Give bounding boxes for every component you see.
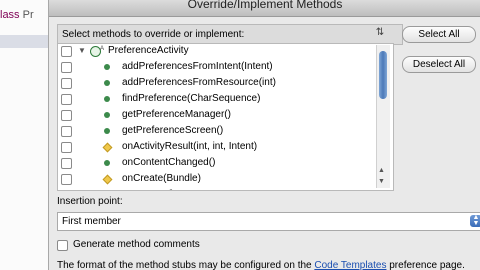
method-label: getPreferenceScreen()	[122, 125, 224, 136]
select-all-button[interactable]: Select All	[402, 26, 476, 43]
dialog-title: Override/Implement Methods	[187, 0, 343, 11]
deselect-all-button[interactable]: Deselect All	[402, 56, 476, 73]
method-row[interactable]: onActivityResult(int, int, Intent)	[58, 139, 378, 155]
method-label: addPreferencesFromIntent(Intent)	[122, 61, 273, 72]
class-row[interactable]: ▼ A PreferenceActivity	[58, 44, 378, 59]
methods-tree[interactable]: ▼ A PreferenceActivity addPreferencesFro…	[57, 43, 394, 191]
public-method-icon	[104, 128, 110, 134]
method-row[interactable]: getPreferenceScreen()	[58, 123, 378, 139]
scrollbar-thumb[interactable]	[379, 51, 387, 99]
method-checkbox[interactable]	[61, 126, 72, 137]
scroll-up-icon[interactable]: ▲	[378, 167, 385, 174]
method-checkbox[interactable]	[61, 94, 72, 105]
class-label: PreferenceActivity	[108, 45, 189, 56]
method-label: addPreferencesFromResource(int)	[122, 77, 276, 88]
generate-comments-checkbox[interactable]	[57, 240, 68, 251]
method-label: findPreference(CharSequence)	[122, 93, 261, 104]
abstract-marker-icon: A	[100, 46, 105, 52]
method-checkbox[interactable]	[61, 110, 72, 121]
protected-method-icon	[102, 174, 113, 185]
method-checkbox[interactable]	[61, 78, 72, 89]
scroll-down-icon[interactable]: ▼	[378, 178, 385, 185]
method-label: onContentChanged()	[122, 157, 216, 168]
dialog-titlebar: Override/Implement Methods	[49, 0, 480, 17]
insertion-point-value: First member	[62, 216, 121, 227]
override-methods-dialog: Override/Implement Methods Select method…	[48, 0, 480, 270]
public-method-icon	[104, 160, 110, 166]
method-label: onCreate(Bundle)	[122, 173, 201, 184]
generate-comments-label: Generate method comments	[73, 239, 200, 250]
method-label: onDestroy()	[122, 187, 174, 190]
method-row[interactable]: getPreferenceManager()	[58, 107, 378, 123]
method-checkbox[interactable]	[61, 142, 72, 153]
method-row[interactable]: addPreferencesFromResource(int)	[58, 75, 378, 91]
class-checkbox[interactable]	[61, 46, 72, 57]
sort-icon[interactable]: ⇅	[372, 26, 388, 40]
editor-code-line: lass Pr	[0, 9, 34, 21]
method-row[interactable]: onCreate(Bundle)	[58, 171, 378, 187]
method-label: getPreferenceManager()	[122, 109, 231, 120]
method-row[interactable]: onContentChanged()	[58, 155, 378, 171]
method-row[interactable]: findPreference(CharSequence)	[58, 91, 378, 107]
insertion-point-label: Insertion point:	[57, 196, 123, 207]
public-method-icon	[104, 96, 110, 102]
editor-highlight-strip	[0, 35, 53, 48]
method-checkbox[interactable]	[61, 190, 72, 191]
footer-text: The format of the method stubs may be co…	[57, 260, 465, 270]
public-method-icon	[104, 112, 110, 118]
expand-triangle-icon[interactable]: ▼	[78, 44, 86, 59]
method-row[interactable]: addPreferencesFromIntent(Intent)	[58, 59, 378, 75]
select-arrows-icon[interactable]: ▲ ▼	[470, 214, 480, 227]
method-checkbox[interactable]	[61, 62, 72, 73]
methods-prompt: Select methods to override or implement:	[57, 24, 403, 45]
code-templates-link[interactable]: Code Templates	[314, 260, 386, 270]
method-label: onActivityResult(int, int, Intent)	[122, 141, 258, 152]
protected-method-icon	[102, 142, 113, 153]
methods-scrollbar[interactable]: ▲ ▼	[376, 45, 390, 188]
method-row[interactable]: onDestroy()	[58, 187, 378, 191]
method-checkbox[interactable]	[61, 174, 72, 185]
insertion-point-select[interactable]: First member ▲ ▼	[57, 212, 480, 231]
public-method-icon	[104, 64, 110, 70]
method-checkbox[interactable]	[61, 158, 72, 169]
public-method-icon	[104, 80, 110, 86]
